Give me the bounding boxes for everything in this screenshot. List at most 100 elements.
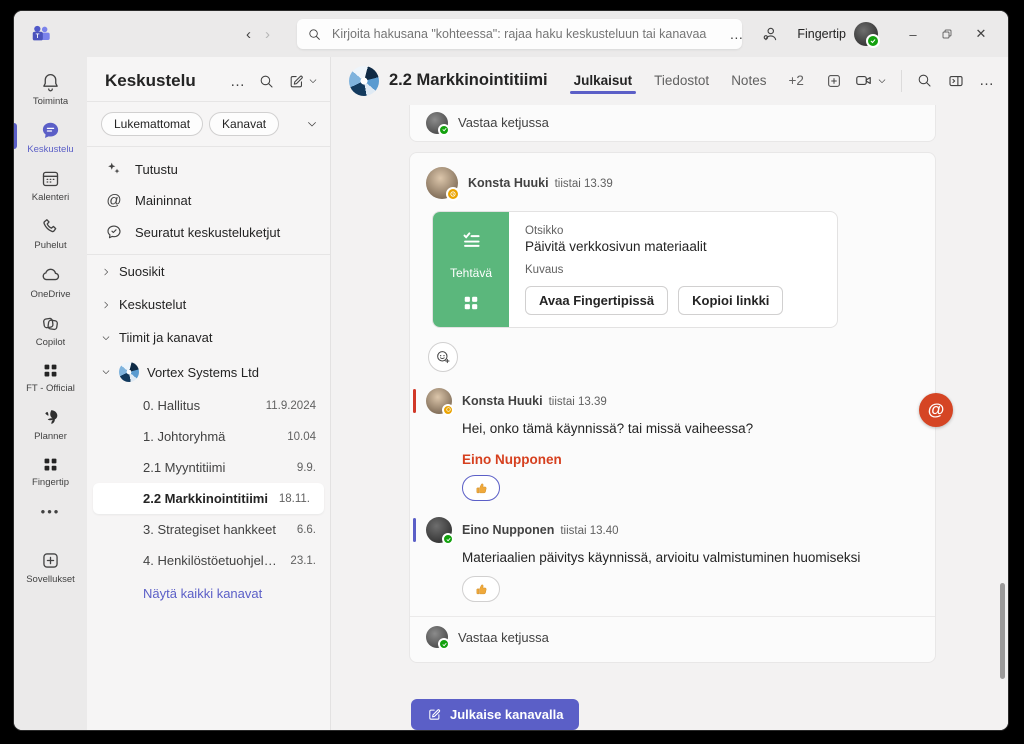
show-all-channels-link[interactable]: Näytä kaikki kanavat <box>87 576 330 611</box>
publish-to-channel-button[interactable]: Julkaise kanavalla <box>411 699 579 730</box>
rail-item-ft-official[interactable]: FT - Official <box>14 354 87 400</box>
tab-tiedostot[interactable]: Tiedostot <box>654 59 709 102</box>
avatar-eino[interactable] <box>426 517 452 543</box>
avatar-konsta[interactable] <box>426 388 452 414</box>
section-favorites[interactable]: Suosikit <box>87 255 330 288</box>
channel-search-icon[interactable] <box>916 72 933 89</box>
rail-item-apps[interactable]: Sovellukset <box>14 543 87 591</box>
mention-badge[interactable]: @ <box>919 393 953 427</box>
compose-icon <box>288 73 305 90</box>
rail-item-fingertip[interactable]: Fingertip <box>14 448 87 494</box>
account-avatar[interactable] <box>854 22 878 46</box>
teams-window: T ‹ › … Fingertip – <box>14 11 1008 730</box>
sidebar-item-mentions[interactable]: @ Maininnat <box>87 185 330 216</box>
channel-myyntitiimi[interactable]: 2.1 Myyntitiimi 9.9. <box>87 452 330 483</box>
channel-more-button[interactable]: … <box>979 72 994 89</box>
minimize-button[interactable]: – <box>896 19 930 49</box>
camera-icon <box>854 71 873 90</box>
channel-header: 2.2 Markkinointitiimi Julkaisut Tiedosto… <box>331 57 1008 105</box>
sidebar-more-button[interactable]: … <box>230 73 245 90</box>
add-reaction-button[interactable] <box>428 342 458 372</box>
status-available-icon <box>438 638 450 650</box>
channel-hallitus[interactable]: 0. Hallitus 11.9.2024 <box>87 390 330 421</box>
chevron-down-icon <box>308 76 318 86</box>
new-message-button[interactable] <box>288 73 318 90</box>
add-apps-icon <box>40 550 61 571</box>
chat-sidebar: Keskustelu … Lukemattomat Kanavat <box>87 57 331 730</box>
grid-icon <box>41 455 60 474</box>
rail-item-copilot[interactable]: Copilot <box>14 306 87 354</box>
account-name: Fingertip <box>797 27 846 41</box>
copilot-icon <box>40 313 61 334</box>
avatar-konsta[interactable] <box>426 167 458 199</box>
nav-forward-button[interactable]: › <box>265 26 270 43</box>
channel-logo <box>349 66 379 96</box>
channel-johtoryhma[interactable]: 1. Johtoryhmä 10.04 <box>87 421 330 452</box>
rail-item-chat[interactable]: Keskustelu <box>14 113 87 161</box>
restore-button[interactable] <box>930 19 964 49</box>
task-title-label: Otsikko <box>525 225 821 237</box>
add-tab-icon[interactable] <box>826 73 842 89</box>
svg-text:T: T <box>36 34 40 40</box>
sidebar-item-discover[interactable]: Tutustu <box>87 153 330 185</box>
channel-markkinointitiimi[interactable]: 2.2 Markkinointitiimi 18.11. <box>93 483 324 514</box>
meet-button[interactable] <box>854 71 887 90</box>
status-available-icon <box>442 533 454 545</box>
emoji-add-icon <box>435 349 451 365</box>
unread-mention-marker <box>413 389 416 413</box>
open-in-fingertip-button[interactable]: Avaa Fingertipissä <box>525 286 668 315</box>
reply-in-thread-button[interactable]: Vastaa ketjussa <box>410 105 935 141</box>
close-button[interactable]: ✕ <box>964 19 998 49</box>
chevron-down-icon <box>101 367 111 377</box>
team-vortex[interactable]: Vortex Systems Ltd <box>87 354 330 390</box>
channel-timestamp: 6.6. <box>297 524 316 536</box>
filter-chip-channels[interactable]: Kanavat <box>209 112 279 136</box>
rail-more-apps-button[interactable]: ••• <box>41 494 61 529</box>
message-header: Konsta Huukitiistai 13.39 <box>426 167 919 199</box>
tab-julkaisut[interactable]: Julkaisut <box>574 59 633 102</box>
unread-marker <box>413 518 416 542</box>
thumbs-up-reaction[interactable] <box>462 475 500 501</box>
rail-item-planner[interactable]: Planner <box>14 400 87 448</box>
sidebar-item-followed-threads[interactable]: Seuratut keskusteluketjut <box>87 216 330 248</box>
mention-eino-nupponen[interactable]: Eino Nupponen <box>462 452 919 467</box>
status-available-icon <box>866 34 880 48</box>
channel-henkilostoetuohjelmat[interactable]: 4. Henkilöstöetuohjelmi... 23.1. <box>87 545 330 576</box>
app-rail: Toiminta Keskustelu Kalenteri Puhelut On… <box>14 57 87 730</box>
message-timestamp: tiistai 13.39 <box>555 178 613 190</box>
search-input[interactable] <box>330 26 732 42</box>
filter-chip-unread[interactable]: Lukemattomat <box>101 112 203 136</box>
nav-back-button[interactable]: ‹ <box>246 26 251 43</box>
message-text: Materiaalien päivitys käynnissä, arvioit… <box>462 548 919 568</box>
avatar <box>426 112 448 134</box>
section-teams[interactable]: Tiimit ja kanavat <box>87 321 330 354</box>
message-timestamp: tiistai 13.39 <box>549 396 607 408</box>
sidebar-search-icon[interactable] <box>258 73 275 90</box>
reply-in-thread-button[interactable]: Vastaa ketjussa <box>426 617 919 654</box>
people-alert-icon[interactable] <box>761 25 779 43</box>
task-card: Tehtävä Otsikko Päivitä verkkosivun mate… <box>432 211 838 328</box>
rail-item-calendar[interactable]: Kalenteri <box>14 161 87 209</box>
sidebar-title: Keskustelu <box>105 71 230 91</box>
tabs-overflow[interactable]: +2 <box>788 59 803 102</box>
tab-notes[interactable]: Notes <box>731 59 766 102</box>
planner-icon <box>40 407 61 428</box>
titlebar-more-button[interactable]: … <box>729 26 743 42</box>
thread-card-top: Vastaa ketjussa <box>409 105 936 142</box>
task-title-value: Päivitä verkkosivun materiaalit <box>525 239 821 254</box>
search-bar[interactable] <box>297 19 742 49</box>
channel-timestamp: 23.1. <box>290 555 316 567</box>
rail-item-calls[interactable]: Puhelut <box>14 209 87 257</box>
open-pane-icon[interactable] <box>947 72 965 90</box>
account-widget[interactable]: Fingertip <box>797 22 878 46</box>
rail-item-activity[interactable]: Toiminta <box>14 65 87 113</box>
section-chats[interactable]: Keskustelut <box>87 288 330 321</box>
thumbs-up-reaction[interactable] <box>462 576 500 602</box>
scrollbar[interactable] <box>1000 583 1005 679</box>
rail-item-onedrive[interactable]: OneDrive <box>14 257 87 306</box>
teams-logo-icon: T <box>30 23 52 45</box>
copy-link-button[interactable]: Kopioi linkki <box>678 286 783 315</box>
chips-collapse-icon[interactable] <box>306 118 318 130</box>
channel-strategiset-hankkeet[interactable]: 3. Strategiset hankkeet 6.6. <box>87 514 330 545</box>
grid-icon <box>41 361 60 380</box>
